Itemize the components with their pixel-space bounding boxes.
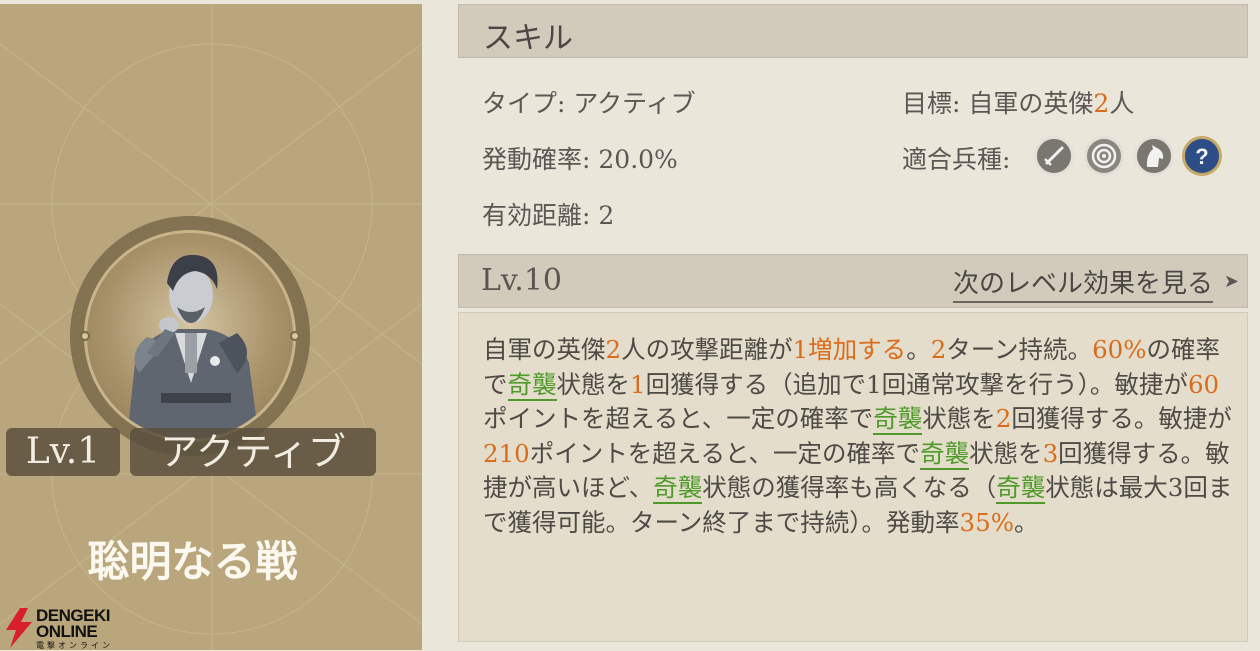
- highlight-value: 1: [630, 369, 646, 399]
- target-value: 自軍の英傑2人: [968, 89, 1134, 118]
- ring-ornament-left: [80, 331, 90, 341]
- sword-icon[interactable]: [1034, 136, 1074, 176]
- site-logo: DENGEKI ONLINE 電撃オンライン: [0, 606, 140, 650]
- description-text: 人の攻撃距離が: [621, 335, 793, 364]
- skill-description-box: 自軍の英傑2人の攻撃距離が1増加する。2ターン持続。60%の確率で奇襲状態を1回…: [458, 312, 1248, 642]
- highlight-value: 2: [995, 404, 1012, 433]
- target-label: 目標:: [902, 89, 961, 118]
- compatible-units-label: 適合兵種:: [902, 145, 1011, 174]
- skill-card: Lv.1 アクティブ 聡明なる戦: [0, 4, 422, 650]
- keyword-link[interactable]: 奇襲: [507, 369, 557, 401]
- keyword-link[interactable]: 奇襲: [873, 404, 923, 435]
- skill-description: 自軍の英傑2人の攻撃距離が1増加する。2ターン持続。60%の確率で奇襲状態を1回…: [483, 333, 1233, 540]
- highlight-value: 2: [605, 335, 622, 364]
- description-text: 。: [1014, 507, 1039, 537]
- level-section-header: Lv.10 次のレベル効果を見る ➤: [458, 254, 1248, 308]
- hero-illustration: [127, 254, 259, 439]
- compatible-units-row: 適合兵種:: [902, 140, 1010, 176]
- skill-section-header: スキル: [458, 4, 1248, 58]
- hero-portrait: [84, 230, 296, 442]
- keyword-link[interactable]: 奇襲: [653, 473, 703, 504]
- description-text: 状態を: [922, 404, 996, 433]
- target-count: 2: [1093, 89, 1110, 118]
- highlight-value: 60: [1187, 369, 1220, 399]
- target-suffix: 人: [1109, 89, 1135, 118]
- skill-name: 聡明なる戦: [87, 537, 298, 586]
- bow-target-icon[interactable]: [1084, 136, 1124, 176]
- next-level-effect-link[interactable]: 次のレベル効果を見る: [952, 263, 1213, 303]
- lightning-bolt-icon: [6, 608, 32, 648]
- description-text: 回獲得する。敏捷が: [1011, 404, 1232, 433]
- logo-text-japanese: 電撃オンライン: [36, 641, 113, 650]
- target-prefix: 自軍の英傑: [968, 89, 1094, 118]
- description-text: 状態を: [556, 369, 631, 399]
- keyword-link[interactable]: 奇襲: [920, 438, 970, 470]
- skill-type-value: アクティブ: [573, 89, 696, 118]
- skill-type-row: タイプ: アクティブ: [482, 84, 696, 120]
- description-text: ポイントを超えると、一定の確率で: [483, 404, 874, 433]
- description-text: 状態を: [969, 438, 1043, 468]
- description-text: 状態の獲得率も高くなる（: [702, 473, 997, 502]
- description-text: ポイントを超えると、一定の確率で: [529, 438, 921, 468]
- highlight-value: 3: [1042, 438, 1059, 468]
- description-text: ターン持続。: [946, 335, 1093, 364]
- unknown-question-icon[interactable]: ?: [1182, 136, 1222, 176]
- description-text: 回獲得する（追加で1回通常攻撃を行う）。敏捷が: [645, 369, 1188, 399]
- skill-type-badge: アクティブ: [130, 428, 376, 476]
- effective-range-label: 有効距離:: [482, 201, 591, 230]
- effective-range-row: 有効距離: 2: [482, 196, 614, 232]
- cavalry-horse-icon[interactable]: [1134, 136, 1174, 176]
- skill-detail-panel: スキル タイプ: アクティブ 発動確率: 20.0% 有効距離: 2 目標: 自…: [424, 0, 1260, 650]
- hero-portrait-frame: [70, 216, 310, 456]
- chevron-right-icon[interactable]: ➤: [1224, 271, 1239, 292]
- activation-rate-row: 発動確率: 20.0%: [482, 140, 678, 176]
- ring-ornament-right: [290, 331, 300, 341]
- highlight-value: 2: [930, 335, 947, 364]
- description-text: 自軍の英傑: [483, 335, 606, 364]
- activation-rate-value: 20.0%: [598, 145, 678, 174]
- logo-text-online: ONLINE: [36, 622, 98, 641]
- keyword-link[interactable]: 奇襲: [996, 473, 1046, 504]
- highlight-value: 1増加する: [792, 335, 907, 364]
- level-label: Lv.10: [481, 263, 563, 298]
- skill-level-badge: Lv.1: [6, 428, 120, 476]
- highlight-value: 60%: [1092, 335, 1147, 364]
- svg-text:?: ?: [1195, 144, 1208, 169]
- description-text: 。: [906, 335, 931, 364]
- highlight-value: 210: [483, 438, 530, 468]
- activation-rate-label: 発動確率:: [482, 145, 591, 174]
- section-title: スキル: [483, 21, 573, 56]
- highlight-value: 35%: [959, 507, 1014, 537]
- skill-type-label: タイプ:: [482, 89, 566, 118]
- effective-range-value: 2: [598, 201, 615, 230]
- target-row: 目標: 自軍の英傑2人: [902, 84, 1134, 120]
